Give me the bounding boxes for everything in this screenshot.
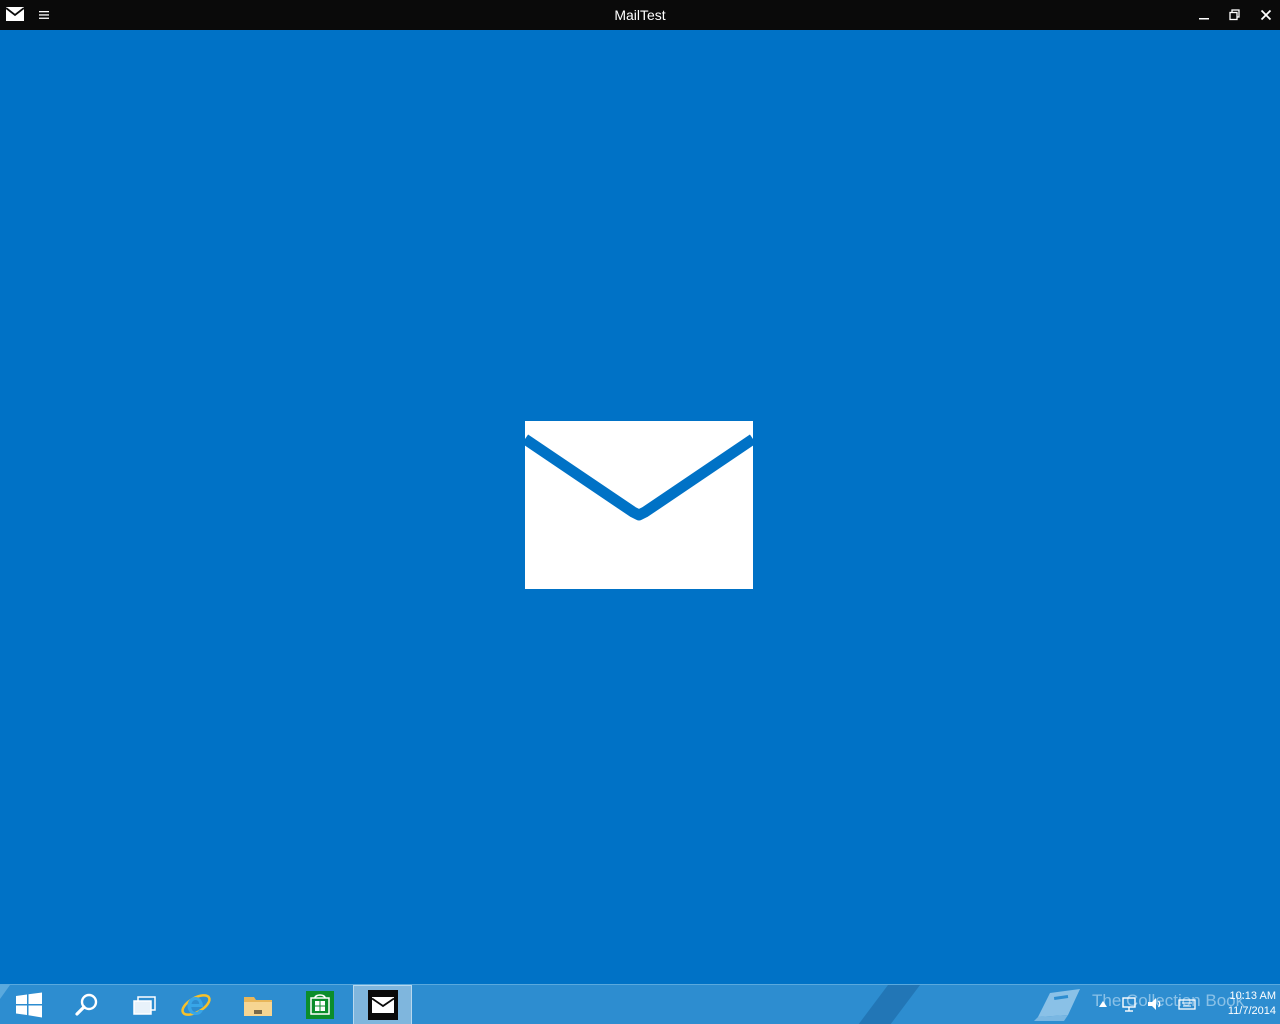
close-icon [1260, 9, 1271, 21]
task-view-button[interactable] [116, 985, 174, 1024]
system-clock[interactable]: 10:13 AM 11/7/2014 [1196, 989, 1276, 1019]
restore-icon [1228, 9, 1240, 21]
keyboard-icon[interactable] [1178, 995, 1196, 1013]
title-bar: MailTest [0, 0, 1280, 30]
mail-app-icon [5, 7, 25, 21]
maximize-button[interactable] [1219, 0, 1250, 30]
internet-explorer-button[interactable] [167, 985, 225, 1024]
file-explorer-button[interactable] [229, 985, 287, 1024]
network-icon[interactable] [1120, 995, 1138, 1013]
show-hidden-icons-chevron[interactable] [1096, 995, 1114, 1013]
minimize-icon [1198, 18, 1209, 20]
mail-taskbar-button[interactable] [353, 985, 412, 1024]
book-logo-icon [1034, 989, 1080, 1021]
window-title: MailTest [614, 7, 666, 23]
search-button[interactable] [58, 985, 116, 1024]
mail-envelope-icon [525, 421, 753, 589]
system-tray [1096, 985, 1196, 1024]
mail-envelope-icon [367, 990, 398, 1020]
hamburger-menu-icon[interactable] [36, 7, 52, 23]
taskbar: The Collection Book 10:13 AM 11/7/2014 [0, 984, 1280, 1024]
clock-date: 11/7/2014 [1227, 1005, 1276, 1017]
task-view-icon [133, 996, 156, 1015]
store-bag-icon [306, 991, 334, 1019]
internet-explorer-icon [181, 994, 211, 1016]
clock-time: 10:13 AM [1229, 990, 1276, 1002]
folder-icon [244, 997, 272, 1016]
start-button[interactable] [0, 985, 58, 1024]
splash-screen [0, 30, 1280, 984]
minimize-button[interactable] [1188, 0, 1219, 30]
close-button[interactable] [1250, 0, 1280, 30]
taskbar-stripe-decoration [858, 985, 920, 1024]
windows-logo-icon [16, 992, 42, 1018]
store-button[interactable] [291, 985, 349, 1024]
search-icon [75, 993, 98, 1016]
volume-icon[interactable] [1146, 995, 1164, 1013]
